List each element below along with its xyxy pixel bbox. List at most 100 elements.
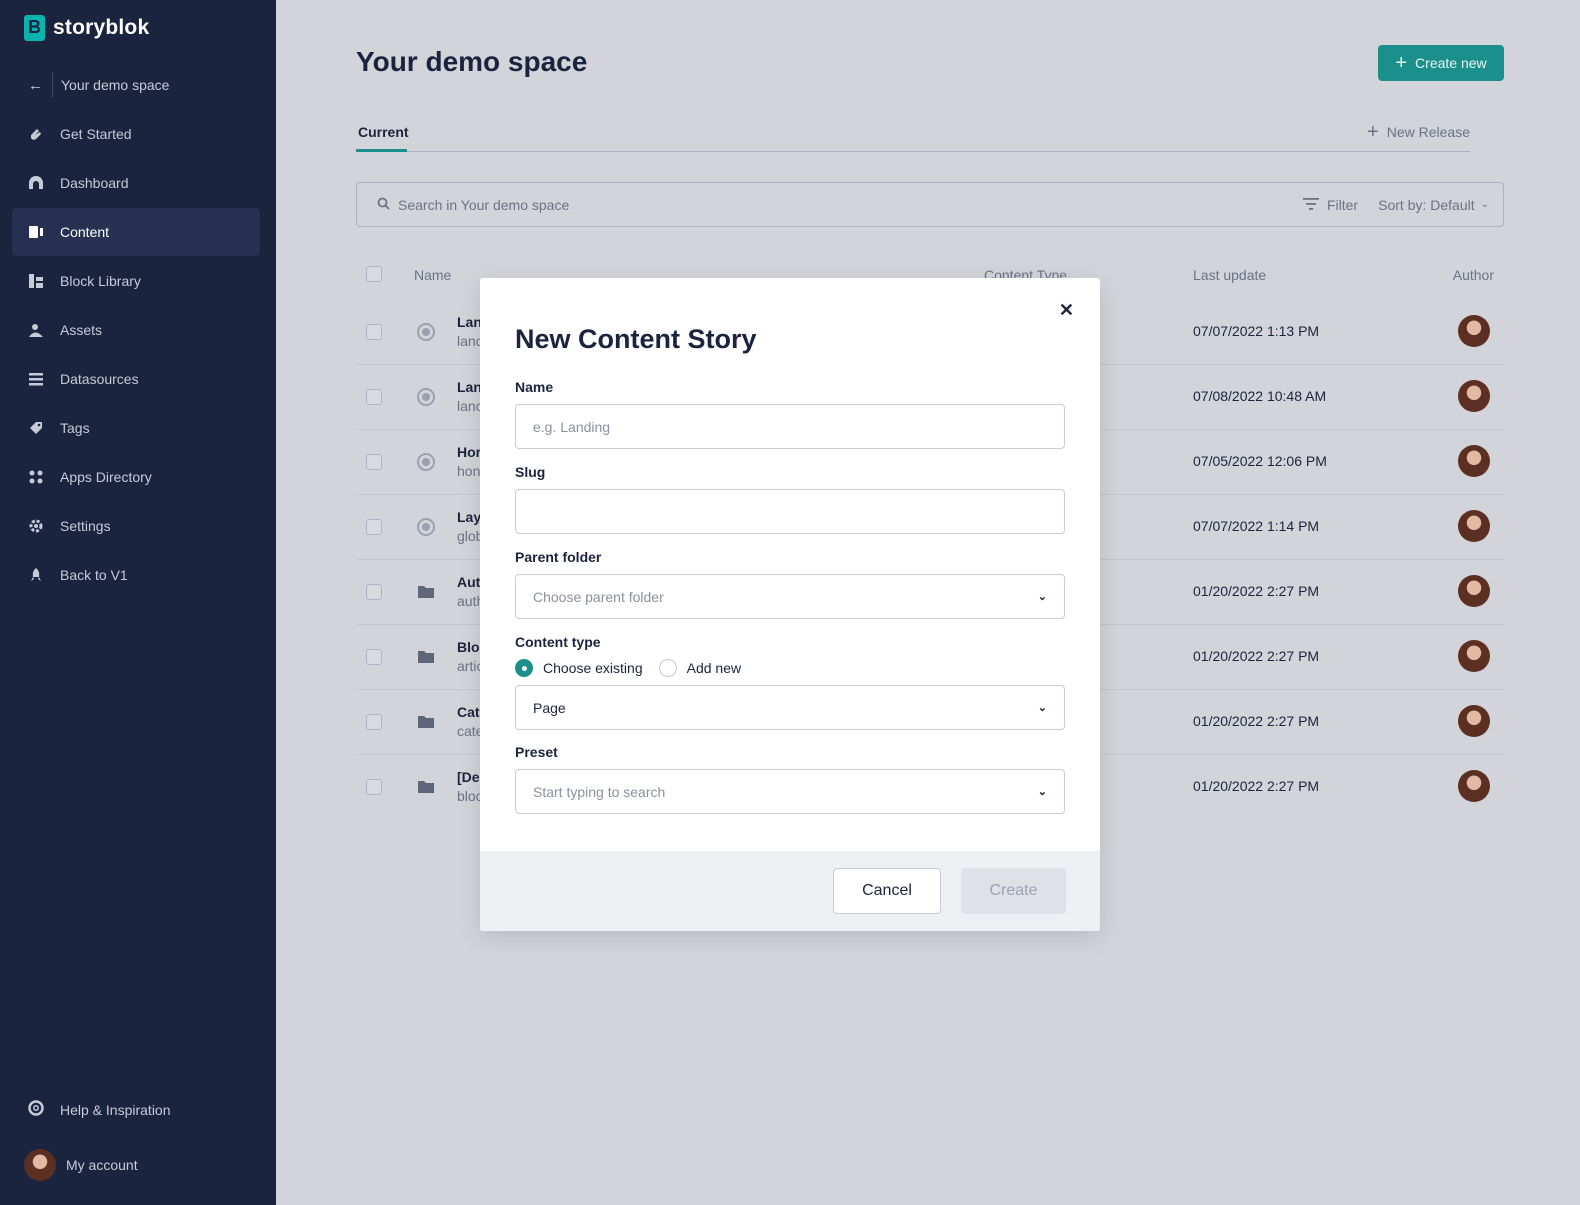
create-new-button[interactable]: + Create new (1378, 45, 1504, 81)
folder-icon (417, 778, 435, 796)
page-title: Your demo space (356, 46, 588, 77)
sidebar-item-assets[interactable]: Assets (12, 306, 260, 354)
preset-placeholder: Start typing to search (533, 783, 666, 800)
sidebar-item-label: Block Library (60, 273, 141, 289)
logo[interactable]: B storyblok (24, 15, 149, 41)
radio-label: Choose existing (543, 660, 643, 676)
select-all-checkbox[interactable] (366, 266, 382, 282)
sidebar-item-label: Assets (60, 322, 103, 338)
sidebar-item-settings[interactable]: Settings (12, 502, 260, 550)
help-inspiration-link[interactable]: Help & Inspiration (28, 1100, 171, 1119)
sidebar-item-label: Back to V1 (60, 567, 128, 583)
author-avatar (1458, 770, 1490, 802)
avatar (24, 1149, 56, 1181)
row-date: 01/20/2022 2:27 PM (1193, 583, 1320, 599)
row-checkbox[interactable] (366, 714, 382, 730)
row-date: 07/08/2022 10:48 AM (1193, 388, 1327, 404)
sidebar-item-content[interactable]: Content (12, 208, 260, 256)
author-avatar (1458, 705, 1490, 737)
cancel-button[interactable]: Cancel (833, 868, 941, 914)
arrow-left-icon: ← (28, 76, 43, 94)
name-input[interactable] (515, 404, 1065, 449)
sidebar-item-back-to-v1[interactable]: Back to V1 (12, 551, 260, 599)
row-checkbox[interactable] (366, 584, 382, 600)
tag-icon (28, 420, 44, 436)
row-checkbox[interactable] (366, 649, 382, 665)
folder-icon (417, 583, 435, 601)
column-header-last-update[interactable]: Last update (1193, 267, 1266, 283)
hand-wave-icon (28, 126, 44, 142)
folder-icon (417, 713, 435, 731)
sidebar-item-get-started[interactable]: Get Started (12, 110, 260, 158)
assets-icon (28, 322, 44, 338)
radio-add-new[interactable]: Add new (658, 659, 741, 677)
row-checkbox[interactable] (366, 389, 382, 405)
author-avatar (1458, 445, 1490, 477)
plus-icon: + (1367, 121, 1379, 143)
name-label: Name (515, 379, 554, 395)
tab-bar: Current + New Release (356, 114, 1470, 152)
row-checkbox[interactable] (366, 454, 382, 470)
row-checkbox[interactable] (366, 779, 382, 795)
row-date: 01/20/2022 2:27 PM (1193, 648, 1320, 664)
content-icon (28, 224, 44, 240)
author-avatar (1458, 510, 1490, 542)
row-checkbox[interactable] (366, 324, 382, 340)
tab-current[interactable]: Current (356, 124, 409, 152)
story-icon (417, 453, 435, 471)
parent-folder-select[interactable]: Choose parent folder ⌄ (515, 574, 1065, 619)
modal-footer: Cancel Create (480, 851, 1100, 931)
my-account-link[interactable]: My account (24, 1149, 138, 1181)
row-date: 07/05/2022 12:06 PM (1193, 453, 1327, 469)
sort-dropdown[interactable]: Sort by: Default ⌄ (1378, 197, 1489, 213)
sidebar-item-label: Content (60, 224, 110, 240)
sidebar-item-dashboard[interactable]: Dashboard (12, 159, 260, 207)
column-header-author: Author (1452, 267, 1494, 283)
logo-text: storyblok (53, 16, 150, 39)
row-checkbox[interactable] (366, 519, 382, 535)
create-button[interactable]: Create (961, 868, 1066, 914)
help-label: Help & Inspiration (60, 1101, 171, 1118)
radio-button-checked[interactable] (515, 659, 533, 677)
create-new-label: Create new (1415, 55, 1487, 71)
column-header-name[interactable]: Name (414, 267, 451, 283)
sidebar: B storyblok ← Your demo space Get Starte… (0, 0, 276, 1205)
row-date: 07/07/2022 1:14 PM (1193, 518, 1320, 534)
sidebar-item-label: Dashboard (60, 175, 129, 191)
block-library-icon (28, 273, 44, 289)
sort-label: Sort by: Default (1378, 196, 1475, 213)
preset-select[interactable]: Start typing to search ⌄ (515, 769, 1065, 814)
slug-input[interactable] (515, 489, 1065, 534)
sidebar-item-label: Tags (60, 420, 90, 436)
back-to-space-link[interactable]: ← Your demo space (28, 72, 169, 98)
sidebar-item-datasources[interactable]: Datasources (12, 355, 260, 403)
search-input[interactable]: Search in Your demo space (398, 197, 569, 213)
content-type-select[interactable]: Page ⌄ (515, 685, 1065, 730)
content-type-radio-group: Choose existing Add new (515, 659, 757, 677)
content-type-label: Content type (515, 634, 601, 650)
chevron-down-icon: ⌄ (1480, 199, 1489, 210)
parent-folder-label: Parent folder (515, 549, 602, 565)
row-date: 01/20/2022 2:27 PM (1193, 713, 1320, 729)
sidebar-item-apps-directory[interactable]: Apps Directory (12, 453, 260, 501)
row-date: 07/07/2022 1:13 PM (1193, 323, 1320, 339)
account-label: My account (66, 1157, 138, 1173)
preset-label: Preset (515, 744, 558, 760)
chevron-down-icon: ⌄ (1037, 702, 1047, 714)
author-avatar (1458, 575, 1490, 607)
divider (52, 72, 53, 98)
apps-icon (28, 469, 44, 485)
radio-choose-existing[interactable]: Choose existing (515, 659, 643, 677)
new-release-button[interactable]: + New Release (1367, 122, 1470, 142)
chevron-down-icon: ⌄ (1037, 591, 1047, 603)
space-name-label: Your demo space (61, 77, 170, 93)
parent-folder-placeholder: Choose parent folder (533, 588, 664, 605)
sidebar-item-tags[interactable]: Tags (12, 404, 260, 452)
sidebar-item-block-library[interactable]: Block Library (12, 257, 260, 305)
sidebar-item-label: Settings (60, 518, 111, 534)
radio-button[interactable] (658, 659, 677, 677)
datasources-icon (28, 371, 44, 387)
folder-icon (417, 648, 435, 666)
filter-button[interactable]: Filter (1302, 197, 1358, 213)
close-icon[interactable]: ✕ (1059, 300, 1074, 321)
